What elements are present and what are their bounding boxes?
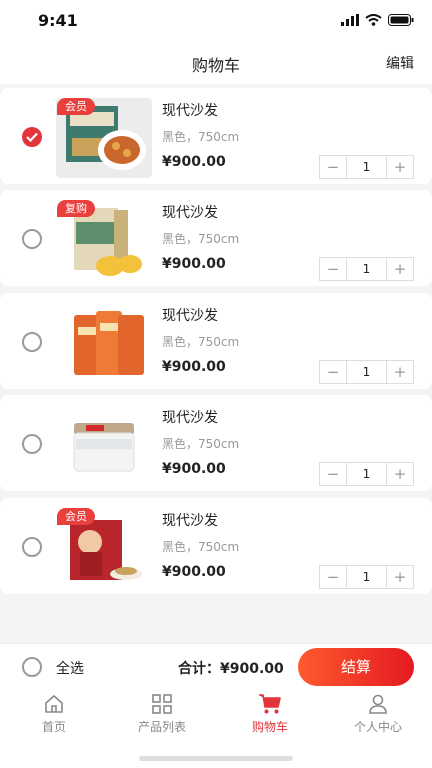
grid-icon	[152, 694, 172, 714]
tab-cart[interactable]: 购物车	[216, 693, 324, 735]
item-price: ¥900.00	[162, 256, 226, 272]
status-time: 9:41	[38, 11, 78, 30]
tab-home[interactable]: 首页	[0, 693, 108, 735]
increase-button[interactable]: +	[387, 156, 413, 178]
nav-bar: 购物车 编辑	[0, 44, 432, 84]
item-checkbox[interactable]	[22, 127, 42, 147]
item-spec: 黑色，750cm	[162, 540, 240, 554]
item-badge: 复购	[57, 200, 95, 217]
item-badge: 会员	[57, 508, 95, 525]
tab-products[interactable]: 产品列表	[108, 693, 216, 735]
edit-button[interactable]: 编辑	[386, 53, 414, 73]
tab-profile[interactable]: 个人中心	[324, 693, 432, 735]
item-name: 现代沙发	[162, 103, 218, 119]
select-all-checkbox[interactable]	[22, 657, 42, 677]
item-name: 现代沙发	[162, 205, 218, 221]
item-spec: 黑色，750cm	[162, 335, 240, 349]
quantity-stepper: − 1 +	[319, 462, 414, 486]
increase-button[interactable]: +	[387, 258, 413, 280]
select-all-label[interactable]: 全选	[56, 658, 84, 678]
item-spec: 黑色，750cm	[162, 232, 240, 246]
page-title: 购物车	[191, 56, 240, 75]
quantity-stepper: − 1 +	[319, 360, 414, 384]
battery-icon	[388, 14, 414, 26]
tab-label: 首页	[41, 720, 66, 734]
quantity-value[interactable]: 1	[346, 566, 387, 588]
decrease-button[interactable]: −	[320, 361, 346, 383]
item-spec: 黑色，750cm	[162, 130, 240, 144]
home-icon	[45, 695, 63, 713]
decrease-button[interactable]: −	[320, 258, 346, 280]
tab-label: 购物车	[251, 720, 288, 734]
user-icon	[369, 694, 387, 714]
tab-label: 产品列表	[137, 720, 186, 734]
item-price: ¥900.00	[162, 154, 226, 170]
home-indicator	[139, 756, 293, 761]
wifi-icon	[365, 14, 382, 26]
decrease-button[interactable]: −	[320, 566, 346, 588]
signal-icon	[341, 14, 359, 26]
increase-button[interactable]: +	[387, 361, 413, 383]
status-icons	[341, 14, 414, 26]
item-spec: 黑色，750cm	[162, 437, 240, 451]
quantity-value[interactable]: 1	[346, 258, 387, 280]
checkout-button[interactable]: 结算	[298, 648, 414, 686]
checkout-bar: 全选 合计：¥900.00 结算	[0, 643, 432, 689]
item-name: 现代沙发	[162, 308, 218, 324]
item-checkbox[interactable]	[22, 229, 42, 249]
increase-button[interactable]: +	[387, 566, 413, 588]
quantity-stepper: − 1 +	[319, 155, 414, 179]
item-name: 现代沙发	[162, 513, 218, 529]
decrease-button[interactable]: −	[320, 463, 346, 485]
quantity-value[interactable]: 1	[346, 361, 387, 383]
item-price: ¥900.00	[162, 359, 226, 375]
decrease-button[interactable]: −	[320, 156, 346, 178]
product-image	[56, 303, 152, 383]
cart-item: 复购 现代沙发 黑色，750cm ¥900.00 − 1 +	[0, 190, 432, 286]
cart-item: 会员 现代沙发 黑色，750cm ¥900.00 − 1 +	[0, 498, 432, 594]
cart-item: 会员 现代沙发 黑色，750cm ¥900.00 − 1 +	[0, 88, 432, 184]
check-icon	[26, 132, 38, 142]
product-image	[56, 405, 152, 485]
quantity-stepper: − 1 +	[319, 565, 414, 589]
quantity-stepper: − 1 +	[319, 257, 414, 281]
cart-item: 现代沙发 黑色，750cm ¥900.00 − 1 +	[0, 395, 432, 491]
item-checkbox[interactable]	[22, 537, 42, 557]
item-badge: 会员	[57, 98, 95, 115]
item-price: ¥900.00	[162, 461, 226, 477]
total-amount: 合计：¥900.00	[178, 661, 284, 677]
increase-button[interactable]: +	[387, 463, 413, 485]
tab-label: 个人中心	[353, 720, 402, 734]
quantity-value[interactable]: 1	[346, 463, 387, 485]
cart-icon	[259, 694, 281, 714]
item-checkbox[interactable]	[22, 434, 42, 454]
cart-item: 现代沙发 黑色，750cm ¥900.00 − 1 +	[0, 293, 432, 389]
quantity-value[interactable]: 1	[346, 156, 387, 178]
status-bar: 9:41	[0, 0, 432, 44]
item-name: 现代沙发	[162, 410, 218, 426]
item-checkbox[interactable]	[22, 332, 42, 352]
item-price: ¥900.00	[162, 564, 226, 580]
